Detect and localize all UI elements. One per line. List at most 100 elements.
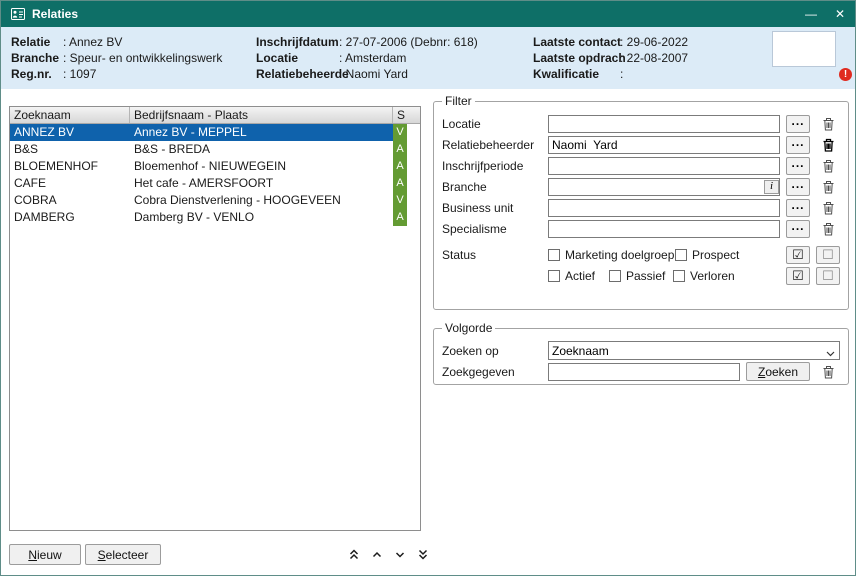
chevron-up-icon — [371, 548, 383, 561]
chevron-down-icon — [394, 548, 406, 561]
cell-status: V — [393, 124, 420, 141]
status-badge: A — [393, 209, 407, 226]
cell-zoeknaam: ANNEZ BV — [10, 124, 130, 141]
specialisme-label: Specialisme — [442, 222, 542, 236]
table-row[interactable]: DAMBERG Damberg BV - VENLO A — [10, 209, 420, 226]
info-label: Locatie — [256, 50, 339, 66]
branche-label: Branche — [442, 180, 542, 194]
info-value: : — [620, 66, 623, 82]
inschrijfperiode-browse-button[interactable]: ... — [786, 157, 810, 175]
table-row[interactable]: COBRA Cobra Dienstverlening - HOOGEVEEN … — [10, 192, 420, 209]
relations-icon — [11, 8, 25, 20]
business-unit-browse-button[interactable]: ... — [786, 199, 810, 217]
cell-bedrijfsnaam: Annez BV - MEPPEL — [130, 124, 393, 141]
checkbox-icon — [609, 270, 621, 282]
nieuw-button[interactable]: Nieuw — [9, 544, 81, 565]
business-unit-label: Business unit — [442, 201, 542, 215]
status-check-all-button-2[interactable]: ☑ — [786, 267, 810, 285]
checkbox-passief[interactable]: Passief — [609, 269, 673, 283]
close-button[interactable]: ✕ — [835, 1, 845, 27]
cell-bedrijfsnaam: B&S - BREDA — [130, 141, 393, 158]
alert-icon[interactable]: ! — [839, 68, 852, 81]
last-record-button[interactable] — [414, 546, 432, 563]
checkbox-label: Prospect — [692, 248, 739, 262]
previous-record-button[interactable] — [368, 546, 386, 563]
business-unit-input[interactable] — [548, 199, 780, 217]
filter-row-business-unit: Business unit ... — [442, 197, 840, 218]
business-unit-clear-button[interactable] — [816, 199, 840, 217]
checkbox-label: Actief — [565, 269, 595, 283]
info-label: Laatste contact — [533, 34, 620, 50]
checkbox-marketing-doelgroep[interactable]: Marketing doelgroep — [548, 248, 675, 262]
column-header-bedrijfsnaam[interactable]: Bedrijfsnaam - Plaats — [130, 107, 393, 123]
branche-input[interactable] — [548, 178, 780, 196]
info-value: : Speur- en ontwikkelingswerk — [63, 50, 222, 66]
cell-zoeknaam: BLOEMENHOF — [10, 158, 130, 175]
checkbox-label: Passief — [626, 269, 665, 283]
checkbox-prospect[interactable]: Prospect — [675, 248, 739, 262]
zoekgegeven-label: Zoekgegeven — [442, 365, 542, 379]
relatiebeheerder-clear-button[interactable] — [816, 136, 840, 154]
status-check-all-button[interactable]: ☑ — [786, 246, 810, 264]
info-label: Kwalificatie — [533, 66, 620, 82]
status-uncheck-all-button[interactable]: ☐ — [816, 246, 840, 264]
cell-status: A — [393, 175, 420, 192]
double-chevron-up-icon — [348, 548, 360, 561]
table-row[interactable]: ANNEZ BV Annez BV - MEPPEL V — [10, 124, 420, 141]
info-value: : 22-08-2007 — [620, 50, 688, 66]
relatiebeheerder-input[interactable] — [548, 136, 780, 154]
window-controls: — ✕ — [805, 1, 845, 27]
specialisme-input[interactable] — [548, 220, 780, 238]
checkbox-verloren[interactable]: Verloren — [673, 269, 735, 283]
checkbox-icon — [548, 270, 560, 282]
locatie-clear-button[interactable] — [816, 115, 840, 133]
locatie-browse-button[interactable]: ... — [786, 115, 810, 133]
selecteer-button[interactable]: Selecteer — [85, 544, 161, 565]
branche-clear-button[interactable] — [816, 178, 840, 196]
info-label: Laatste opdrach — [533, 50, 620, 66]
inschrijfperiode-clear-button[interactable] — [816, 157, 840, 175]
zoekgegeven-clear-button[interactable] — [816, 363, 840, 381]
double-chevron-down-icon — [417, 548, 429, 561]
inschrijfperiode-label: Inschrijfperiode — [442, 159, 542, 173]
info-icon[interactable]: i — [764, 180, 779, 194]
status-badge: A — [393, 175, 407, 192]
filter-legend: Filter — [442, 94, 475, 108]
checkbox-icon — [673, 270, 685, 282]
zoekgegeven-input[interactable] — [548, 363, 740, 381]
locatie-label: Locatie — [442, 117, 542, 131]
info-column-2: Inschrijfdatum: 27-07-2006 (Debnr: 618) … — [256, 34, 478, 82]
specialisme-clear-button[interactable] — [816, 220, 840, 238]
table-row[interactable]: BLOEMENHOF Bloemenhof - NIEUWEGEIN A — [10, 158, 420, 175]
status-badge: V — [393, 124, 407, 141]
column-header-status[interactable]: S — [393, 107, 420, 123]
filter-row-inschrijfperiode: Inschrijfperiode ... — [442, 155, 840, 176]
zoeken-op-row: Zoeken op Zoeknaam — [442, 340, 840, 361]
first-record-button[interactable] — [345, 546, 363, 563]
filter-groupbox: Filter Locatie ... Relatiebeheerder ... … — [433, 94, 849, 310]
info-value: : 29-06-2022 — [620, 34, 688, 50]
zoeken-op-select[interactable]: Zoeknaam — [548, 341, 840, 360]
table-row[interactable]: B&S B&S - BREDA A — [10, 141, 420, 158]
table-header: Zoeknaam Bedrijfsnaam - Plaats S — [10, 107, 420, 124]
checkbox-label: Marketing doelgroep — [565, 248, 674, 262]
locatie-input[interactable] — [548, 115, 780, 133]
cell-bedrijfsnaam: Cobra Dienstverlening - HOOGEVEEN — [130, 192, 393, 209]
next-record-button[interactable] — [391, 546, 409, 563]
status-uncheck-all-button-2[interactable]: ☐ — [816, 267, 840, 285]
column-header-zoeknaam[interactable]: Zoeknaam — [10, 107, 130, 123]
branche-browse-button[interactable]: ... — [786, 178, 810, 196]
table-row[interactable]: CAFE Het cafe - AMERSFOORT A — [10, 175, 420, 192]
cell-zoeknaam: B&S — [10, 141, 130, 158]
zoeken-button[interactable]: Zoeken — [746, 362, 810, 381]
specialisme-browse-button[interactable]: ... — [786, 220, 810, 238]
relatiebeheerder-browse-button[interactable]: ... — [786, 136, 810, 154]
checkbox-actief[interactable]: Actief — [548, 269, 609, 283]
trash-icon — [822, 180, 835, 194]
info-value: : 1097 — [63, 66, 96, 82]
cell-zoeknaam: COBRA — [10, 192, 130, 209]
inschrijfperiode-input[interactable] — [548, 157, 780, 175]
minimize-button[interactable]: — — [805, 1, 817, 27]
zoekgegeven-row: Zoekgegeven Zoeken — [442, 361, 840, 382]
checkbox-icon — [675, 249, 687, 261]
